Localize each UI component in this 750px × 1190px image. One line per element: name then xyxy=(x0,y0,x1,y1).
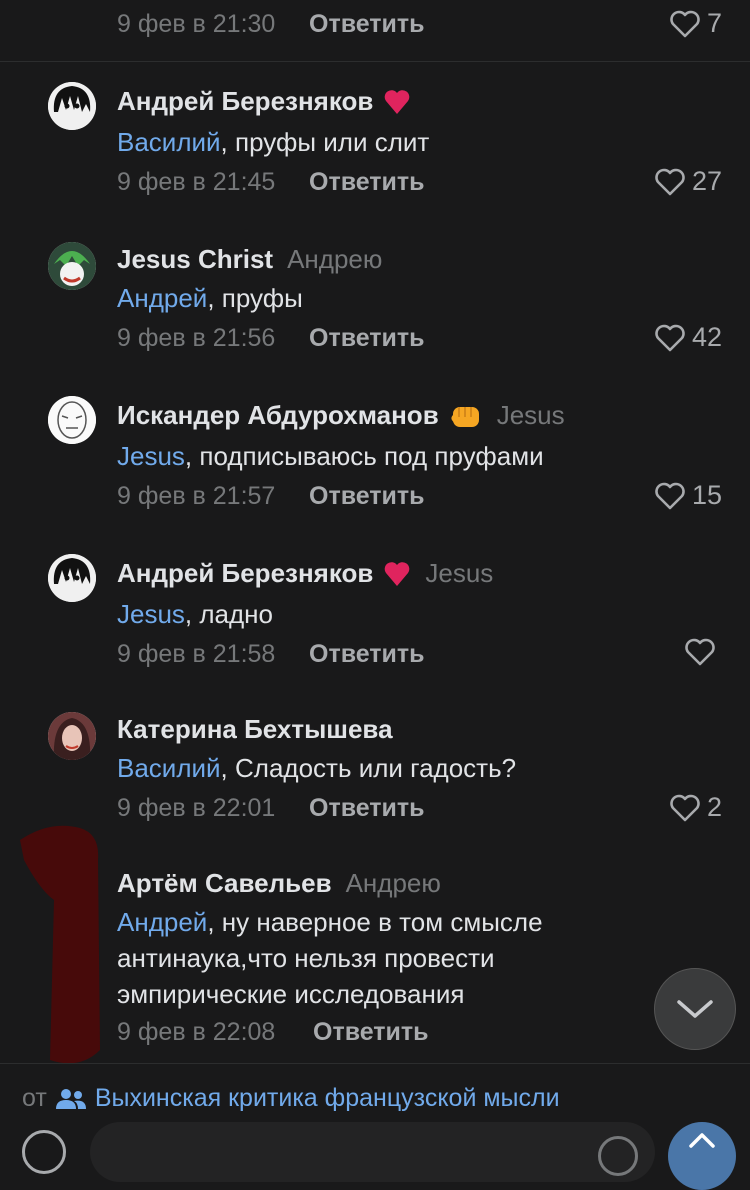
comment-date: 9 фев в 21:45 xyxy=(117,168,276,196)
author-name[interactable]: Артём Савельев xyxy=(117,868,332,899)
mention-link[interactable]: Андрей xyxy=(117,283,207,313)
reply-button[interactable]: Ответить xyxy=(309,640,425,669)
heart-outline-icon xyxy=(670,794,700,821)
source-prefix: от xyxy=(22,1084,47,1112)
chevron-down-icon xyxy=(677,1000,713,1018)
comment-text: Андрей, пруфы xyxy=(117,283,303,313)
heart-badge-icon xyxy=(385,89,410,114)
heart-outline-icon xyxy=(670,10,700,37)
reply-button[interactable]: Ответить xyxy=(309,168,425,197)
like-count: 7 xyxy=(706,8,722,38)
reply-to-label[interactable]: Jesus xyxy=(497,400,565,431)
reply-to-label[interactable]: Андрею xyxy=(287,244,382,275)
comment-text: Василий, пруфы или слит xyxy=(117,127,430,157)
like-button[interactable]: 42 xyxy=(654,322,722,353)
comment-date: 9 фев в 22:01 xyxy=(117,794,276,822)
send-button[interactable] xyxy=(668,1122,736,1190)
like-button[interactable]: 27 xyxy=(654,166,722,197)
emoji-icon[interactable] xyxy=(598,1136,638,1176)
mention-link[interactable]: Jesus xyxy=(117,441,185,471)
avatar[interactable] xyxy=(48,712,96,760)
mention-link[interactable]: Jesus xyxy=(117,599,185,629)
comment-text: Jesus, ладно xyxy=(117,599,273,629)
avatar[interactable] xyxy=(48,396,96,444)
mention-link[interactable]: Василий xyxy=(117,127,221,157)
comment-date: 9 фев в 21:57 xyxy=(117,482,276,510)
heart-outline-icon xyxy=(685,638,715,666)
reply-button[interactable]: Ответить xyxy=(309,794,425,823)
comment-text: Jesus, подписываюсь под пруфами xyxy=(117,441,544,471)
like-count: 42 xyxy=(691,322,722,352)
like-count: 15 xyxy=(691,480,722,510)
comment-date: 9 фев в 21:30 xyxy=(117,10,276,38)
author-name[interactable]: Jesus Christ xyxy=(117,244,273,275)
comment-input[interactable] xyxy=(90,1122,655,1182)
heart-outline-icon xyxy=(655,168,685,195)
add-attachment-icon[interactable] xyxy=(22,1130,66,1174)
comment-date: 9 фев в 22:08 xyxy=(117,1018,276,1046)
arrow-up-icon xyxy=(689,1133,715,1148)
like-button[interactable]: 2 xyxy=(669,792,722,823)
comment-text: Василий, Сладость или гадость? xyxy=(117,753,517,783)
group-icon xyxy=(55,1088,86,1109)
reply-to-label[interactable]: Андрею xyxy=(346,868,441,899)
mention-link[interactable]: Василий xyxy=(117,753,221,783)
author-name[interactable]: Андрей Березняков xyxy=(117,558,373,589)
like-button[interactable]: 7 xyxy=(669,8,722,39)
fist-badge-icon xyxy=(451,406,479,427)
mention-link[interactable]: Андрей xyxy=(117,907,207,937)
like-count: 27 xyxy=(691,166,722,196)
like-button[interactable]: 15 xyxy=(654,480,722,511)
red-scribble-overlay xyxy=(20,825,100,1064)
divider xyxy=(0,61,750,62)
heart-outline-icon xyxy=(655,324,685,351)
comment-date: 9 фев в 21:56 xyxy=(117,324,276,352)
group-link[interactable]: Выхинская критика французской мысли xyxy=(95,1084,560,1113)
like-button[interactable] xyxy=(684,638,722,666)
avatar[interactable] xyxy=(48,242,96,290)
reply-button[interactable]: Ответить xyxy=(313,1018,429,1047)
heart-outline-icon xyxy=(655,482,685,509)
avatar[interactable] xyxy=(48,554,96,602)
comment-date: 9 фев в 21:58 xyxy=(117,640,276,668)
scroll-down-button[interactable] xyxy=(654,968,736,1050)
like-count: 2 xyxy=(706,792,722,822)
reply-button[interactable]: Ответить xyxy=(309,324,425,353)
author-name[interactable]: Искандер Абдурохманов xyxy=(117,400,439,431)
reply-to-label[interactable]: Jesus xyxy=(425,558,493,589)
reply-button[interactable]: Ответить xyxy=(309,482,425,511)
reply-button[interactable]: Ответить xyxy=(309,10,425,39)
author-name[interactable]: Катерина Бехтышева xyxy=(117,714,393,745)
previous-comment-meta: 9 фев в 21:30 Ответить 7 xyxy=(0,0,750,62)
avatar[interactable] xyxy=(48,82,96,130)
author-name[interactable]: Андрей Березняков xyxy=(117,86,373,117)
comment-text: Андрей, ну наверное в том смысле антинау… xyxy=(117,907,543,1009)
heart-badge-icon xyxy=(385,561,410,586)
